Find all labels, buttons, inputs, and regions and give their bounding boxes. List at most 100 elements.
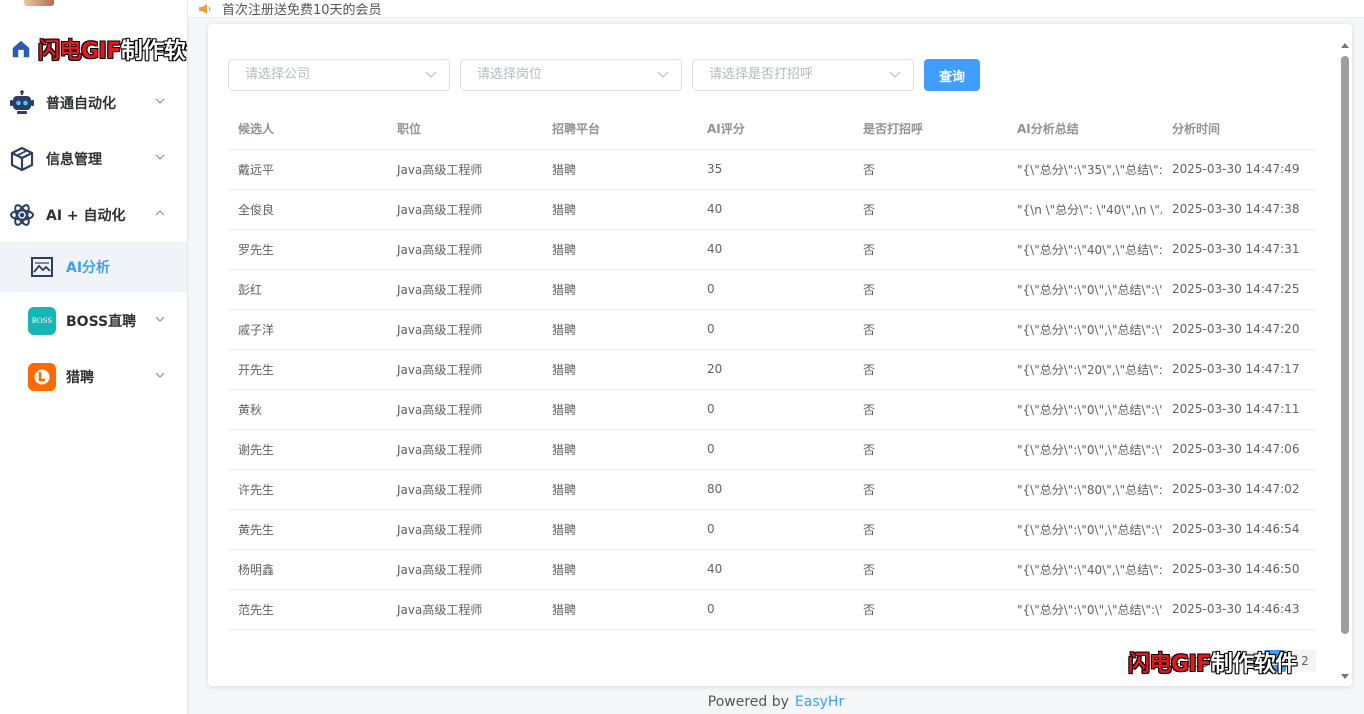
home-icon[interactable] — [10, 38, 32, 60]
table-cell: 40 — [697, 549, 853, 590]
table-cell: 猎聘 — [542, 349, 697, 390]
sidebar-item-normal-automation[interactable]: 普通自动化 — [0, 78, 187, 128]
table-cell: 猎聘 — [542, 309, 697, 350]
sidebar-item-label: 普通自动化 — [46, 96, 116, 112]
chevron-up-icon — [155, 210, 165, 216]
filter-bar: 请选择公司 请选择岗位 请选择是否打招呼 查询 — [228, 59, 980, 91]
table-row[interactable]: 范先生 Java高级工程师 猎聘 0 否 "{\"总分\":\"0\",\"总结\":\"… — [228, 589, 1316, 630]
table-cell: 否 — [853, 429, 1007, 470]
column-header: 是否打招呼 — [853, 109, 1007, 150]
company-select[interactable]: 请选择公司 — [228, 59, 450, 91]
sidebar-item-ai-automation[interactable]: AI + 自动化 — [0, 190, 187, 240]
column-header: AI评分 — [697, 109, 853, 150]
sidebar-item-label: BOSS直聘 — [66, 314, 137, 330]
table-cell: 猎聘 — [542, 549, 697, 590]
table-cell: 全俊良 — [228, 189, 387, 230]
greet-select-placeholder: 请选择是否打招呼 — [709, 67, 814, 82]
company-select-placeholder: 请选择公司 — [245, 67, 311, 82]
watermark-overlay-bottom: 闪电GIF制作软件 — [1128, 646, 1297, 678]
table-cell: 2025-03-30 14:47:38 — [1162, 189, 1316, 230]
sidebar-item-liepin[interactable]: 猎聘 — [0, 352, 187, 402]
scroll-up-icon[interactable] — [1341, 42, 1349, 50]
table-cell: 猎聘 — [542, 589, 697, 630]
boss-logo-icon: BOSS — [28, 307, 56, 335]
footer-brand-link[interactable]: EasyHr — [795, 694, 844, 710]
footer: Powered by EasyHr — [188, 694, 1364, 710]
scroll-thumb[interactable] — [1341, 56, 1349, 634]
table-cell: 2025-03-30 14:47:17 — [1162, 349, 1316, 390]
chart-picture-icon — [28, 253, 56, 281]
table-cell: 杨明鑫 — [228, 549, 387, 590]
table-cell: 2025-03-30 14:47:25 — [1162, 269, 1316, 310]
table-row[interactable]: 罗先生 Java高级工程师 猎聘 40 否 "{\"总分\":\"40\",\"总结\":… — [228, 229, 1316, 270]
table-row[interactable]: 谢先生 Java高级工程师 猎聘 0 否 "{\"总分\":\"0\",\"总结\":\"… — [228, 429, 1316, 470]
table-row[interactable]: 开先生 Java高级工程师 猎聘 20 否 "{\"总分\":\"20\",\"总结\":… — [228, 349, 1316, 390]
table-cell: "{\"总分\":\"0\",\"总结\":\" — [1007, 589, 1162, 630]
table-row[interactable]: 戚子洋 Java高级工程师 猎聘 0 否 "{\"总分\":\"0\",\"总结\":\"… — [228, 309, 1316, 350]
page-scrollbar[interactable] — [1338, 38, 1352, 684]
table-cell: 2025-03-30 14:46:54 — [1162, 509, 1316, 550]
table-cell: 猎聘 — [542, 189, 697, 230]
page-2-button[interactable]: 2 — [1294, 650, 1316, 672]
table-cell: Java高级工程师 — [387, 229, 542, 270]
table-cell: 0 — [697, 429, 853, 470]
candidate-table: 候选人 职位 招聘平台 AI评分 是否打招呼 AI分析总结 分析时间 戴远平 Java高级工程… — [228, 109, 1316, 630]
table-row[interactable]: 杨明鑫 Java高级工程师 猎聘 40 否 "{\"总分\":\"40\",\"总结\":… — [228, 549, 1316, 590]
table-cell: Java高级工程师 — [387, 589, 542, 630]
table-row[interactable]: 黄先生 Java高级工程师 猎聘 0 否 "{\"总分\":\"0\",\"总结\":\"… — [228, 509, 1316, 550]
table-cell: 2025-03-30 14:47:11 — [1162, 389, 1316, 430]
chevron-down-icon — [657, 71, 669, 78]
boss-badge: BOSS — [28, 307, 56, 335]
sidebar-item-info-management[interactable]: 信息管理 — [0, 134, 187, 184]
table-cell: 否 — [853, 549, 1007, 590]
sidebar: 闪电GIF制作软件 普通自动化 — [0, 0, 188, 714]
table-cell: 40 — [697, 229, 853, 270]
table-cell: Java高级工程师 — [387, 189, 542, 230]
position-select[interactable]: 请选择岗位 — [460, 59, 682, 91]
table-cell: 猎聘 — [542, 389, 697, 430]
table-row[interactable]: 全俊良 Java高级工程师 猎聘 40 否 "{\n \"总分\": \"40\",\n … — [228, 189, 1316, 230]
table-cell: "{\"总分\":\"40\",\"总结\":\" — [1007, 549, 1162, 590]
table-cell: 2025-03-30 14:46:50 — [1162, 549, 1316, 590]
table-cell: 2025-03-30 14:47:49 — [1162, 149, 1316, 190]
sidebar-item-label: 信息管理 — [46, 152, 102, 168]
table-cell: 猎聘 — [542, 469, 697, 510]
table-row[interactable]: 许先生 Java高级工程师 猎聘 80 否 "{\"总分\":\"80\",\"总结\":… — [228, 469, 1316, 510]
table-cell: 0 — [697, 269, 853, 310]
megaphone-icon — [199, 3, 211, 14]
table-cell: 否 — [853, 229, 1007, 270]
table-row[interactable]: 戴远平 Java高级工程师 猎聘 35 否 "{\"总分\":\"35\",\"总结\":… — [228, 149, 1316, 190]
sidebar-item-boss[interactable]: BOSS BOSS直聘 — [0, 296, 187, 346]
table-cell: 否 — [853, 469, 1007, 510]
table-cell: 许先生 — [228, 469, 387, 510]
table-cell: 猎聘 — [542, 429, 697, 470]
table-cell: 2025-03-30 14:47:31 — [1162, 229, 1316, 270]
notice-text: 首次注册送免费10天的会员 — [222, 3, 382, 18]
table-cell: Java高级工程师 — [387, 309, 542, 350]
table-cell: 2025-03-30 14:47:20 — [1162, 309, 1316, 350]
greet-select[interactable]: 请选择是否打招呼 — [692, 59, 914, 91]
sidebar-item-label: AI + 自动化 — [46, 208, 126, 224]
table-row[interactable]: 彭红 Java高级工程师 猎聘 0 否 "{\"总分\":\"0\",\"总结\":\" 2… — [228, 269, 1316, 310]
column-header: 候选人 — [228, 109, 387, 150]
chevron-down-icon — [155, 98, 165, 104]
table-cell: Java高级工程师 — [387, 269, 542, 310]
chevron-down-icon — [155, 316, 165, 322]
sidebar-item-ai-analysis[interactable]: AI分析 — [0, 242, 187, 292]
table-cell: Java高级工程师 — [387, 509, 542, 550]
table-cell: 谢先生 — [228, 429, 387, 470]
table-cell: Java高级工程师 — [387, 349, 542, 390]
table-cell: "{\"总分\":\"0\",\"总结\":\" — [1007, 429, 1162, 470]
table-cell: 否 — [853, 189, 1007, 230]
table-cell: 黄秋 — [228, 389, 387, 430]
table-row[interactable]: 黄秋 Java高级工程师 猎聘 0 否 "{\"总分\":\"0\",\"总结\":\" 2… — [228, 389, 1316, 430]
scroll-down-icon[interactable] — [1341, 672, 1349, 680]
query-button[interactable]: 查询 — [924, 59, 980, 91]
chevron-down-icon — [889, 71, 901, 78]
table-cell: 80 — [697, 469, 853, 510]
table-cell: "{\"总分\":\"0\",\"总结\":\" — [1007, 309, 1162, 350]
table-header-row: 候选人 职位 招聘平台 AI评分 是否打招呼 AI分析总结 分析时间 — [228, 109, 1316, 150]
table-cell: 否 — [853, 269, 1007, 310]
chevron-down-icon — [425, 71, 437, 78]
table-cell: Java高级工程师 — [387, 549, 542, 590]
